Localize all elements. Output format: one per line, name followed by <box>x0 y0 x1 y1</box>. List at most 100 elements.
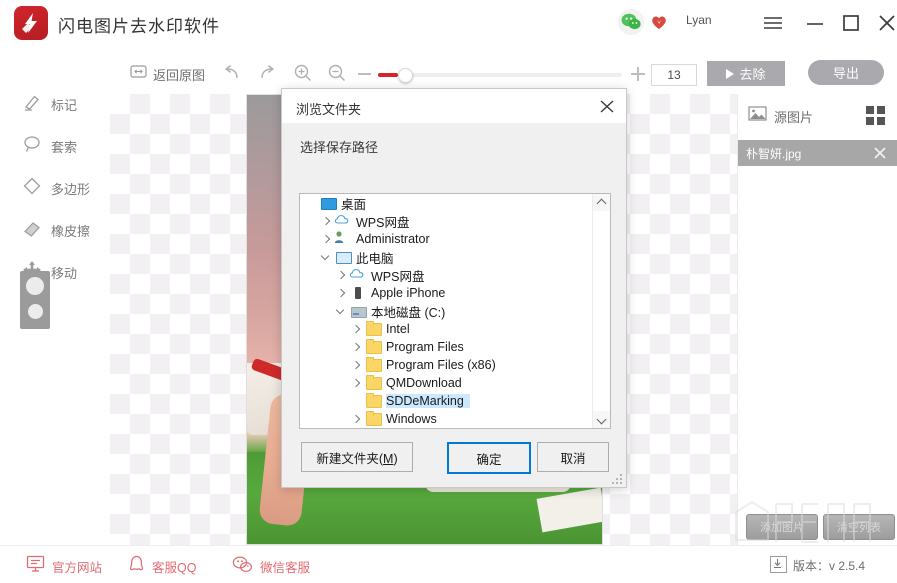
brush-size-selector[interactable] <box>20 271 50 329</box>
chevron-down-icon[interactable] <box>333 302 349 320</box>
tree-node-label: Apple iPhone <box>371 286 446 300</box>
tree-node[interactable]: 此电脑 <box>300 248 592 266</box>
drive-icon <box>349 303 367 319</box>
footer-link-label: 微信客服 <box>260 561 311 575</box>
remove-watermark-button[interactable]: 去除 <box>707 61 785 86</box>
new-folder-label: 新建文件夹(M) <box>316 451 398 466</box>
tree-node[interactable]: Program Files (x86) <box>300 356 592 374</box>
scroll-down-button[interactable] <box>593 411 610 428</box>
scroll-up-button[interactable] <box>593 194 610 211</box>
official-website-link[interactable]: 官方网站 <box>26 555 102 577</box>
tree-scrollbar[interactable] <box>592 194 610 428</box>
tree-node[interactable]: Windows <box>300 410 592 428</box>
chevron-right-icon[interactable] <box>333 284 349 302</box>
new-folder-button[interactable]: 新建文件夹(M) <box>301 442 413 472</box>
ok-button[interactable]: 确定 <box>447 442 531 474</box>
heart-icon[interactable] <box>650 13 668 31</box>
polygon-icon <box>22 176 42 201</box>
tree-node-label: WPS网盘 <box>371 269 425 284</box>
application-window: 闪电图片去水印软件 Lyan 返回原图 13 去除 导出 标记 套索 多边形 橡… <box>0 0 897 583</box>
sidebar-label: 标记 <box>51 97 78 113</box>
list-item[interactable]: 朴智妍.jpg <box>738 140 897 166</box>
brush-size-slider[interactable] <box>378 68 622 83</box>
zoom-in-icon[interactable] <box>292 63 314 88</box>
tree-node-label: Intel <box>386 322 410 336</box>
chevron-right-icon[interactable] <box>348 320 364 338</box>
sidebar-label: 套索 <box>51 139 78 155</box>
chevron-down-icon[interactable] <box>318 248 334 266</box>
tree-node[interactable]: WPS网盘 <box>300 212 592 230</box>
tree-node[interactable]: QMDownload <box>300 374 592 392</box>
lasso-icon <box>22 134 42 159</box>
chevron-right-icon[interactable] <box>348 356 364 374</box>
chevron-right-icon[interactable] <box>348 374 364 392</box>
resize-grip[interactable] <box>612 474 622 484</box>
tree-node[interactable]: 本地磁盘 (C:) <box>300 302 592 320</box>
sidebar-item-lasso[interactable]: 套索 <box>22 131 112 161</box>
qq-support-link[interactable]: 客服QQ <box>128 555 196 578</box>
source-images-panel: 源图片 朴智妍.jpg 添加图片 清空列表 <box>737 94 897 545</box>
add-image-button[interactable]: 添加图片 <box>746 514 818 540</box>
wechat-icon <box>232 555 253 578</box>
scrollbar-track[interactable] <box>593 211 610 411</box>
slider-handle[interactable] <box>398 68 413 83</box>
tree-node[interactable]: Administrator <box>300 230 592 248</box>
brush-size-value[interactable]: 13 <box>651 64 697 86</box>
footer-bar: 官方网站 客服QQ 微信客服 版本：v 2.5.4 <box>0 545 897 583</box>
app-logo-icon <box>14 6 48 40</box>
tree-node[interactable]: Apple iPhone <box>300 284 592 302</box>
close-icon[interactable] <box>594 94 620 118</box>
slider-decrease-button[interactable] <box>358 73 371 75</box>
folder-tree[interactable]: 桌面 WPS网盘 Administrator 此电脑 WPS网盘 Apple iPhone… <box>299 193 611 429</box>
monitor-icon <box>26 555 45 577</box>
tree-node-label: Windows <box>386 412 437 426</box>
sidebar-item-eraser[interactable]: 橡皮擦 <box>22 215 112 245</box>
slider-increase-button[interactable] <box>631 67 645 81</box>
tree-node[interactable]: SDDeMarking <box>300 392 592 410</box>
brush-size-small-dot[interactable] <box>28 304 43 319</box>
sidebar-item-polygon[interactable]: 多边形 <box>22 173 112 203</box>
cancel-button[interactable]: 取消 <box>537 442 609 472</box>
remove-file-icon[interactable] <box>871 144 889 162</box>
source-images-tab[interactable]: 源图片 <box>748 105 813 127</box>
tree-node[interactable]: WPS网盘 <box>300 266 592 284</box>
tree-node[interactable]: Intel <box>300 320 592 338</box>
folder-icon <box>364 357 382 373</box>
tree-node-label: WPS网盘 <box>356 215 410 230</box>
clear-list-button[interactable]: 清空列表 <box>823 514 895 540</box>
maximize-icon[interactable] <box>836 8 866 38</box>
chevron-right-icon[interactable] <box>348 410 364 428</box>
export-button[interactable]: 导出 <box>808 60 884 85</box>
tree-node-label: 本地磁盘 (C:) <box>371 305 446 320</box>
chevron-right-icon[interactable] <box>333 266 349 284</box>
dialog-title-bar: 浏览文件夹 <box>282 89 626 123</box>
tree-node[interactable]: Program Files <box>300 338 592 356</box>
file-name: 朴智妍.jpg <box>746 146 802 161</box>
revert-label: 返回原图 <box>153 67 206 83</box>
revert-to-original-button[interactable]: 返回原图 <box>130 64 205 84</box>
undo-icon[interactable] <box>222 63 244 88</box>
scrollbar-thumb[interactable] <box>594 211 609 361</box>
tree-node-label: Program Files (x86) <box>386 358 496 372</box>
eraser-icon <box>22 218 42 243</box>
chevron-right-icon[interactable] <box>318 230 334 248</box>
wechat-support-link[interactable]: 微信客服 <box>232 555 310 578</box>
remove-label: 去除 <box>739 67 766 82</box>
folder-tree-list: 桌面 WPS网盘 Administrator 此电脑 WPS网盘 Apple iPhone… <box>300 194 592 428</box>
close-icon[interactable] <box>872 8 897 38</box>
chevron-right-icon[interactable] <box>348 338 364 356</box>
chevron-right-icon[interactable] <box>318 212 334 230</box>
minimize-icon[interactable] <box>800 8 830 38</box>
sidebar-label: 橡皮擦 <box>51 223 91 239</box>
tree-node[interactable]: 桌面 <box>300 194 592 212</box>
hamburger-menu-icon[interactable] <box>758 8 788 38</box>
wechat-icon[interactable] <box>618 9 644 35</box>
redo-icon[interactable] <box>255 63 277 88</box>
sidebar-item-mark[interactable]: 标记 <box>22 89 112 119</box>
grid-view-icon[interactable] <box>866 106 886 126</box>
zoom-out-icon[interactable] <box>326 63 348 88</box>
brush-size-large-dot[interactable] <box>26 277 44 295</box>
browse-folder-dialog: 浏览文件夹 选择保存路径 桌面 WPS网盘 Administrator 此电脑 WPS网… <box>281 88 627 488</box>
